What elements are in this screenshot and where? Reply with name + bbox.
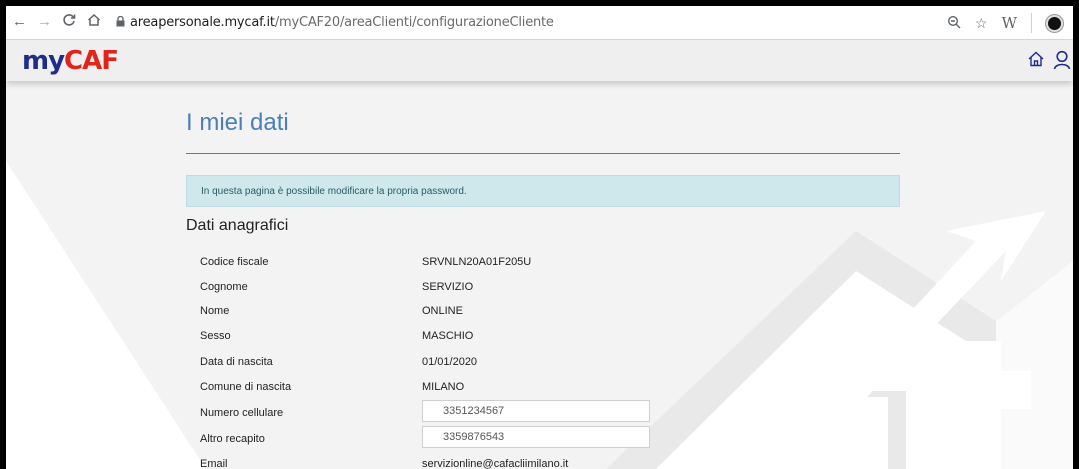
profile-icon[interactable] (1046, 14, 1063, 32)
reload-icon[interactable] (62, 13, 76, 32)
bookmark-star-icon[interactable]: ☆ (975, 15, 988, 32)
home-icon[interactable] (1027, 50, 1045, 75)
value-email: servizionline@cafacliimilano.it (422, 458, 569, 469)
label-codice-fiscale: Codice fiscale (200, 256, 269, 268)
browser-window: ← → areapersonale.mycaf.it/myCAF20/areaC… (6, 6, 1073, 469)
label-comune-nascita: Comune di nascita (200, 381, 292, 393)
url-path: /myCAF20/areaClienti/configurazioneClien… (274, 15, 554, 30)
home-icon[interactable] (87, 13, 101, 32)
url-host: areapersonale.mycaf.it (130, 15, 275, 30)
value-cognome: SERVIZIO (422, 281, 474, 293)
mycaf-logo[interactable]: myCAF (22, 46, 119, 76)
extension-w-icon[interactable]: W (1002, 14, 1017, 32)
info-alert: In questa pagina è possibile modificare … (186, 175, 900, 207)
forward-arrow-icon[interactable]: → (37, 13, 52, 31)
page-title: I miei dati (186, 109, 289, 136)
zoom-icon[interactable] (947, 15, 961, 32)
label-sesso: Sesso (200, 330, 231, 342)
value-codice-fiscale: SRVNLN20A01F205U (422, 256, 532, 268)
value-nome: ONLINE (422, 305, 463, 317)
main-content: I miei dati In questa pagina è possibile… (6, 81, 1073, 469)
lock-icon (116, 16, 125, 27)
label-data-nascita: Data di nascita (200, 356, 273, 368)
address-bar[interactable]: areapersonale.mycaf.it/myCAF20/areaClien… (130, 15, 554, 30)
browser-toolbar: ← → areapersonale.mycaf.it/myCAF20/areaC… (6, 6, 1073, 40)
label-email: Email (200, 458, 228, 469)
back-arrow-icon[interactable]: ← (12, 13, 27, 31)
section-title: Dati anagrafici (186, 217, 289, 234)
value-comune-nascita: MILANO (422, 381, 465, 393)
label-cognome: Cognome (200, 281, 248, 293)
altro-recapito-input[interactable]: 3359876543 (422, 426, 650, 448)
value-sesso: MASCHIO (422, 330, 474, 342)
label-altro-recapito: Altro recapito (200, 433, 265, 445)
alert-text: In questa pagina è possibile modificare … (201, 186, 467, 197)
toolbar-separator (1031, 13, 1032, 33)
user-icon[interactable] (1053, 50, 1071, 75)
value-data-nascita: 01/01/2020 (422, 356, 478, 368)
site-header: myCAF (6, 40, 1073, 81)
label-numero-cellulare: Numero cellulare (200, 407, 284, 419)
logo-caf: CAF (64, 46, 119, 76)
label-nome: Nome (200, 305, 230, 317)
title-divider (186, 153, 900, 154)
numero-cellulare-input[interactable]: 3351234567 (422, 400, 650, 422)
logo-my: my (22, 46, 65, 76)
